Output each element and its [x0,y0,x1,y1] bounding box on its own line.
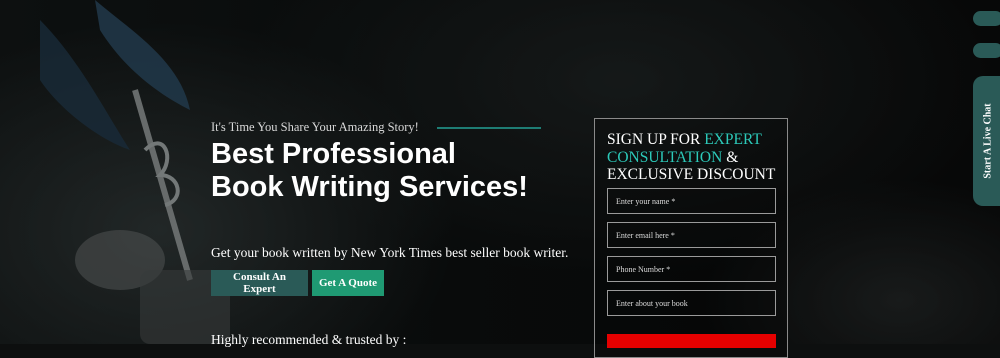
consult-expert-button[interactable]: Consult An Expert [211,270,308,296]
form-submit-button[interactable] [607,334,776,348]
side-widget-button-2[interactable] [973,43,1000,58]
side-widget-button-1[interactable] [973,11,1000,26]
email-input[interactable]: Enter email here * [607,222,776,248]
live-chat-tab[interactable]: Start A Live Chat [973,76,1000,206]
form-heading-part-1: SIGN UP FOR [607,131,705,148]
hero-title: Best Professional Book Writing Services! [211,138,528,203]
tagline: It's Time You Share Your Amazing Story! [211,120,419,134]
tagline-divider [436,127,541,129]
name-input[interactable]: Enter your name * [607,188,776,214]
hero-subtitle: Get your book written by New York Times … [211,245,569,260]
trusted-by-text: Highly recommended & trusted by : [211,332,407,347]
form-heading: SIGN UP FOR EXPERT CONSULTATION & EXCLUS… [607,131,782,184]
phone-input[interactable]: Phone Number * [607,256,776,282]
live-chat-label: Start A Live Chat [982,103,994,179]
get-quote-button[interactable]: Get A Quote [312,270,384,296]
book-details-input[interactable]: Enter about your book [607,290,776,316]
tagline-row: It's Time You Share Your Amazing Story! [211,120,541,135]
